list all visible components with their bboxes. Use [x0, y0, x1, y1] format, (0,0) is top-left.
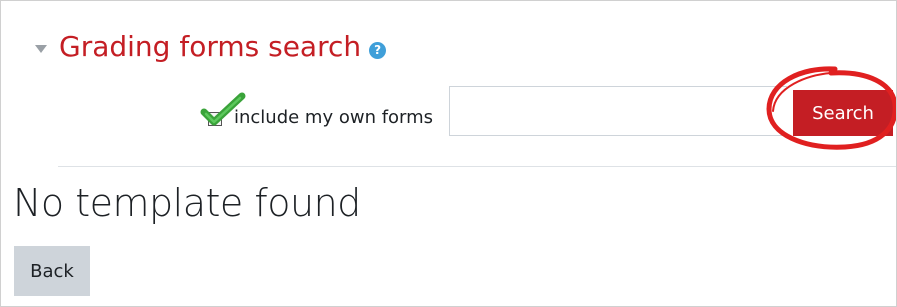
- grading-forms-search-panel: Grading forms search ? include my own fo…: [0, 0, 897, 307]
- green-checkmark-icon: [200, 92, 246, 126]
- include-own-forms-row: include my own forms: [200, 88, 434, 140]
- no-template-message: No template found: [13, 181, 361, 225]
- help-icon[interactable]: ?: [369, 41, 387, 59]
- caret-down-icon[interactable]: [35, 45, 47, 53]
- include-own-forms-checkbox[interactable]: [200, 92, 246, 126]
- section-title[interactable]: Grading forms search: [59, 27, 361, 67]
- divider: [58, 166, 896, 167]
- section-header: Grading forms search ?: [35, 27, 387, 67]
- include-own-forms-label: include my own forms: [234, 106, 434, 128]
- back-button[interactable]: Back: [14, 246, 90, 296]
- search-button[interactable]: Search: [793, 90, 893, 136]
- search-input[interactable]: [449, 86, 787, 136]
